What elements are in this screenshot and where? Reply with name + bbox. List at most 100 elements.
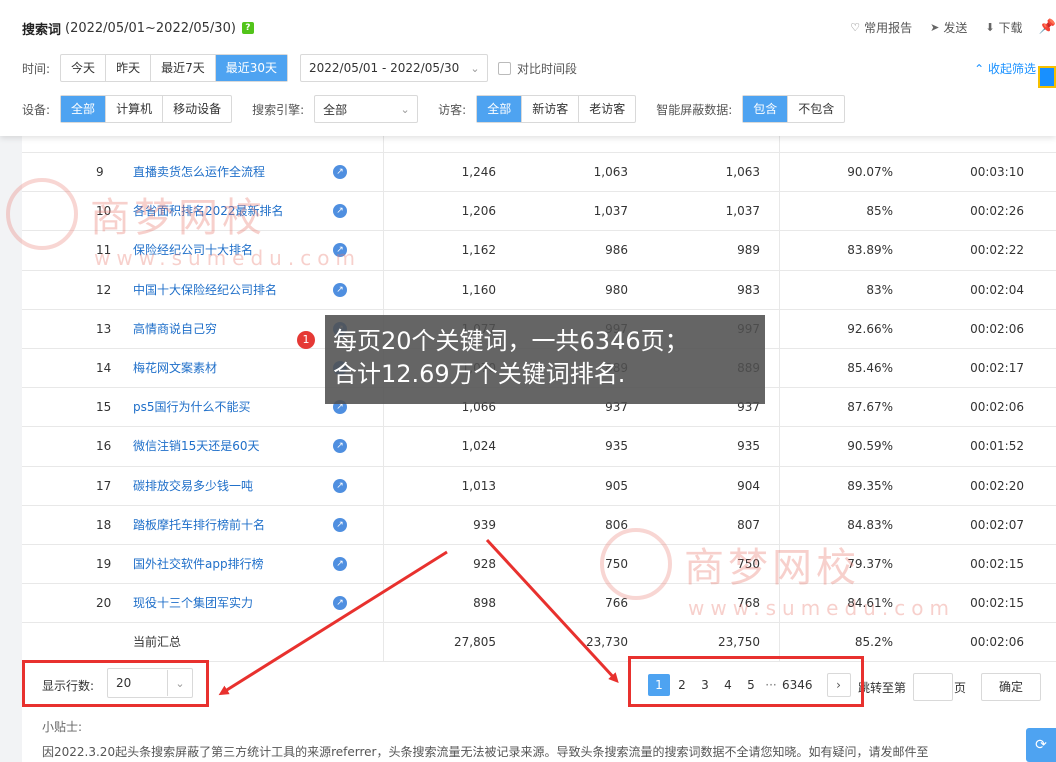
column-divider <box>383 466 384 505</box>
keyword-link[interactable]: 梅花网文案素材 <box>133 349 217 387</box>
visitor-option-all[interactable]: 全部 <box>477 96 523 122</box>
keyword-link[interactable]: 国外社交软件app排行榜 <box>133 545 264 583</box>
value-1: 1,162 <box>461 243 496 258</box>
smart-filter-segment: 包含 不包含 <box>742 95 846 123</box>
summary-row: 当前汇总 27,805 23,730 23,750 85.2% 00:02:06 <box>22 623 1056 663</box>
column-divider <box>779 136 780 152</box>
device-filter-row: 设备: 全部 计算机 移动设备 搜索引擎: 全部 ⌄ 访客: 全部 新访客 老访… <box>22 95 846 123</box>
visitor-label: 访客: <box>438 102 467 117</box>
time-option-yesterday[interactable]: 昨天 <box>106 55 152 81</box>
jump-label: 跳转至第 <box>858 681 907 695</box>
value-3: 807 <box>737 517 760 532</box>
heart-icon: ♡ <box>850 20 861 34</box>
duration-value: 00:02:06 <box>970 321 1024 336</box>
percent-value: 83% <box>866 282 893 297</box>
keyword-link[interactable]: 踏板摩托车排行榜前十名 <box>133 506 265 544</box>
percent-value: 84.61% <box>847 596 893 611</box>
keyword-link[interactable]: 直播卖货怎么运作全流程 <box>133 153 265 191</box>
value-1: 1,160 <box>461 282 496 297</box>
table-row: 20 现役十三个集团军实力 ↗ 898 766 768 84.61% 00:02:15 <box>22 584 1056 624</box>
keyword-link[interactable]: 各省面积排名2022最新排名 <box>133 192 284 230</box>
trend-icon[interactable]: ↗ <box>333 282 347 297</box>
keyword-link[interactable]: 中国十大保险经纪公司排名 <box>133 271 277 309</box>
help-icon[interactable]: ? <box>241 22 254 34</box>
trend-icon[interactable]: ↗ <box>333 204 347 219</box>
column-divider <box>383 270 384 309</box>
keyword-link[interactable]: 高情商说自己穷 <box>133 310 217 348</box>
chevron-down-icon: ⌄ <box>470 61 480 75</box>
percent-value: 85.46% <box>847 360 893 375</box>
row-index: 13 <box>96 321 112 336</box>
keyword-link[interactable]: 碳排放交易多少钱一吨 <box>133 467 253 505</box>
date-picker[interactable]: 2022/05/01 - 2022/05/30 ⌄ <box>300 54 488 82</box>
floating-widget-icon[interactable] <box>1038 66 1056 88</box>
engine-select[interactable]: 全部 ⌄ <box>314 95 419 123</box>
compare-checkbox[interactable] <box>498 61 511 75</box>
table-row: 16 微信注销15天还是60天 ↗ 1,024 935 935 90.59% 00:01:52 <box>22 427 1056 467</box>
row-index: 17 <box>96 478 112 493</box>
value-2: 986 <box>605 243 628 258</box>
annotation-tooltip: 每页20个关键词，一共6346页； 合计12.69万个关键词排名. <box>325 315 765 404</box>
column-divider <box>779 309 780 348</box>
keyword-link[interactable]: 保险经纪公司十大排名 <box>133 231 253 269</box>
trend-icon[interactable]: ↗ <box>333 165 347 179</box>
time-filter-row: 时间: 今天 昨天 最近7天 最近30天 2022/05/01 - 2022/0… <box>22 54 577 82</box>
trend-icon[interactable]: ↗ <box>333 243 347 258</box>
device-segment: 全部 计算机 移动设备 <box>60 95 233 123</box>
column-divider <box>779 388 780 427</box>
percent-value: 90.59% <box>847 439 893 454</box>
smart-filter-label: 智能屏蔽数据: <box>656 102 733 117</box>
table-row: 19 国外社交软件app排行榜 ↗ 928 750 750 79.37% 00:02:15 <box>22 544 1056 585</box>
value-2: 1,037 <box>593 204 628 219</box>
time-option-30days[interactable]: 最近30天 <box>215 55 287 81</box>
trend-icon[interactable]: ↗ <box>333 439 347 454</box>
report-header: 搜索词 (2022/05/01~2022/05/30) ? ♡ 常用报告 ➤ 发… <box>0 0 1056 136</box>
table-row: 18 踏板摩托车排行榜前十名 ↗ 939 806 807 84.83% 00:02:07 <box>22 505 1056 545</box>
row-index: 19 <box>96 556 112 571</box>
time-segment: 今天 昨天 最近7天 最近30天 <box>60 54 288 82</box>
download-icon: ⬇ <box>985 20 995 34</box>
keyword-link[interactable]: 微信注销15天还是60天 <box>133 427 260 465</box>
jump-page-input[interactable] <box>913 673 953 701</box>
duration-value: 00:02:07 <box>970 517 1024 532</box>
smart-option-include[interactable]: 包含 <box>743 96 789 122</box>
confirm-jump-button[interactable]: 确定 <box>981 673 1041 701</box>
value-1: 1,024 <box>461 439 496 454</box>
column-divider <box>383 584 384 623</box>
pin-icon[interactable]: 📌 <box>1039 19 1056 35</box>
device-option-all[interactable]: 全部 <box>61 96 107 122</box>
smart-option-exclude[interactable]: 不包含 <box>788 96 844 122</box>
keyword-link[interactable]: ps5国行为什么不能买 <box>133 388 251 426</box>
tips-title: 小贴士: <box>42 720 83 734</box>
keyword-link[interactable]: 现役十三个集团军实力 <box>133 584 253 622</box>
row-index: 14 <box>96 360 112 375</box>
column-divider <box>779 192 780 231</box>
collapse-filters-link[interactable]: ⌃ 收起筛选 <box>974 60 1036 77</box>
time-option-today[interactable]: 今天 <box>61 55 107 81</box>
value-2: 766 <box>605 596 628 611</box>
send-button[interactable]: ➤ 发送 <box>930 19 967 36</box>
percent-value: 79.37% <box>847 556 893 571</box>
column-divider <box>383 153 384 192</box>
row-index: 15 <box>96 400 112 415</box>
value-3: 983 <box>737 282 760 297</box>
trend-icon[interactable]: ↗ <box>333 517 347 532</box>
chevron-up-icon: ⌃ <box>974 62 985 76</box>
visitor-option-new[interactable]: 新访客 <box>522 96 580 122</box>
trend-icon[interactable]: ↗ <box>333 556 347 571</box>
favorite-report-button[interactable]: ♡ 常用报告 <box>850 19 912 36</box>
duration-value: 00:02:22 <box>970 243 1024 258</box>
trend-icon[interactable]: ↗ <box>333 596 347 611</box>
device-option-pc[interactable]: 计算机 <box>106 96 164 122</box>
row-index: 9 <box>96 165 104 179</box>
feedback-icon[interactable]: ⟳ <box>1026 728 1056 762</box>
value-2: 905 <box>605 478 628 493</box>
column-divider <box>383 544 384 584</box>
value-3: 1,063 <box>725 165 760 179</box>
download-button[interactable]: ⬇ 下载 <box>985 19 1022 36</box>
visitor-option-returning[interactable]: 老访客 <box>579 96 635 122</box>
trend-icon[interactable]: ↗ <box>333 478 347 493</box>
time-option-7days[interactable]: 最近7天 <box>151 55 216 81</box>
table-row: 12 中国十大保险经纪公司排名 ↗ 1,160 980 983 83% 00:02:04 <box>22 270 1056 310</box>
device-option-mobile[interactable]: 移动设备 <box>163 96 231 122</box>
